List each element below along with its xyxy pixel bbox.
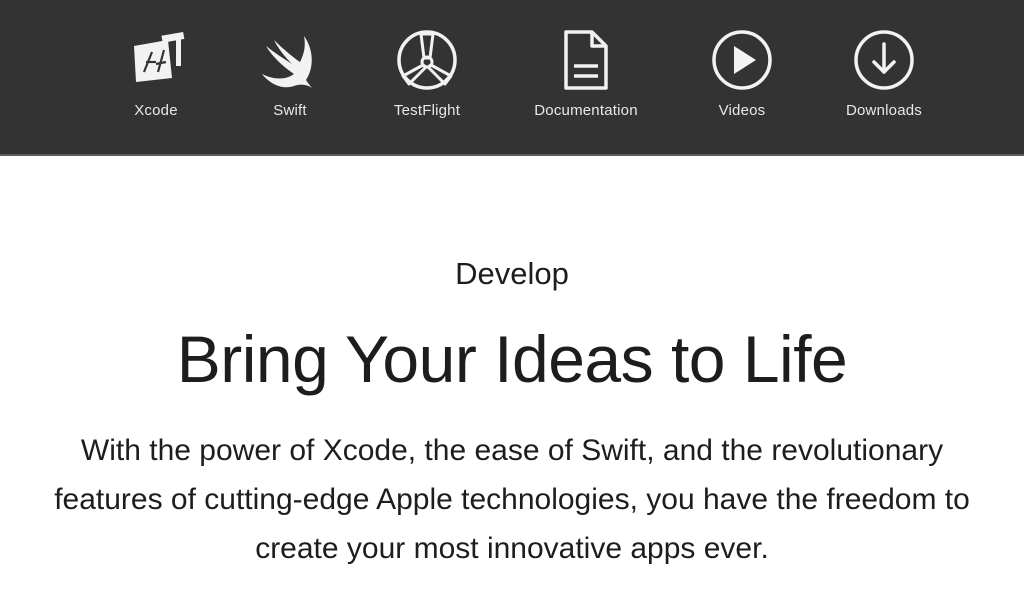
nav-label-testflight: TestFlight xyxy=(393,102,461,119)
xcode-icon xyxy=(122,26,190,94)
top-navigation: Xcode Swift TestFlight Documentation Vid… xyxy=(0,0,1024,156)
nav-item-documentation[interactable]: Documentation xyxy=(508,26,664,126)
section-eyebrow: Develop xyxy=(455,256,569,291)
downloads-icon xyxy=(850,26,918,94)
nav-label-videos: Videos xyxy=(718,102,766,119)
nav-item-videos[interactable]: Videos xyxy=(672,26,812,126)
nav-item-swift[interactable]: Swift xyxy=(220,26,360,126)
nav-label-downloads: Downloads xyxy=(845,102,922,119)
nav-item-testflight[interactable]: TestFlight xyxy=(357,26,497,126)
nav-label-swift: Swift xyxy=(273,102,307,119)
nav-item-downloads[interactable]: Downloads xyxy=(814,26,954,126)
videos-icon xyxy=(708,26,776,94)
page-headline: Bring Your Ideas to Life xyxy=(176,322,848,396)
nav-item-xcode[interactable]: Xcode xyxy=(86,26,226,126)
intro-paragraph: With the power of Xcode, the ease of Swi… xyxy=(54,434,970,565)
swift-icon xyxy=(256,26,324,94)
documentation-icon xyxy=(552,26,620,94)
nav-label-documentation: Documentation xyxy=(534,102,638,119)
testflight-icon xyxy=(393,26,461,94)
nav-label-xcode: Xcode xyxy=(134,102,178,119)
